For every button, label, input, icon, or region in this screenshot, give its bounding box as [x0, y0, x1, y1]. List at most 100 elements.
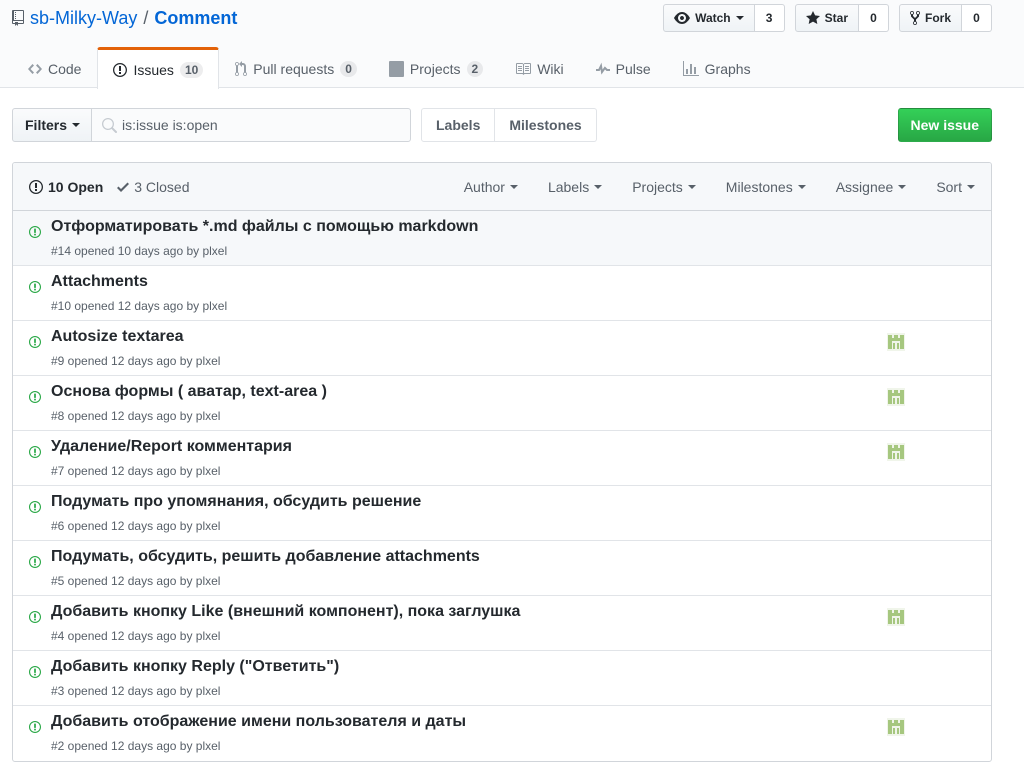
issue-title-link[interactable]: Добавить кнопку Reply ("Ответить"): [51, 658, 339, 676]
chevron-down-icon: [72, 123, 81, 127]
issues-filter-toolbar: Author Labels Projects Milestones Assign…: [464, 163, 975, 211]
issue-title-link[interactable]: Основа формы ( аватар, text-area ): [51, 383, 327, 401]
assignee-avatar[interactable]: [887, 608, 905, 626]
tab-wiki[interactable]: Wiki: [499, 47, 579, 88]
eye-icon: [674, 12, 691, 24]
assignee-avatar[interactable]: [887, 443, 905, 461]
issue-row[interactable]: Подумать, обсудить, решить добавление at…: [13, 541, 991, 596]
code-icon: [28, 64, 42, 74]
issue-row[interactable]: Добавить отображение имени пользователя …: [13, 706, 991, 761]
author-filter-label: Author: [463, 179, 505, 195]
issue-row[interactable]: Основа формы ( аватар, text-area ) #8 ope…: [13, 376, 991, 431]
issue-meta: #3 opened 12 days ago by plxel: [51, 684, 221, 698]
issue-rows: Отформатировать *.md файлы с помощью mar…: [13, 211, 991, 761]
tab-label: Graphs: [704, 61, 751, 77]
fork-icon: [909, 10, 920, 26]
issue-row[interactable]: Отформатировать *.md файлы с помощью mar…: [13, 211, 991, 266]
issues-list: 10 Open 3 Closed Author Labels Projects …: [12, 162, 992, 762]
watch-button[interactable]: Watch: [663, 4, 755, 32]
fork-count[interactable]: 0: [962, 4, 992, 32]
issue-title-link[interactable]: Отформатировать *.md файлы с помощью mar…: [51, 218, 478, 236]
issue-meta: #7 opened 12 days ago by plxel: [51, 464, 221, 478]
sort-filter[interactable]: Sort: [936, 179, 975, 195]
fork-group: Fork 0: [898, 4, 992, 32]
tab-label: Wiki: [537, 61, 564, 77]
closed-issues-link[interactable]: 3 Closed: [117, 179, 190, 195]
issue-meta: #2 opened 12 days ago by plxel: [51, 739, 221, 753]
assignee-filter[interactable]: Assignee: [836, 179, 907, 195]
issue-title-link[interactable]: Подумать, обсудить, решить добавление at…: [51, 548, 480, 566]
issue-opened-icon: [29, 334, 41, 350]
issue-title-link[interactable]: Добавить кнопку Like (внешний компонент)…: [51, 603, 520, 621]
chevron-down-icon: [967, 185, 975, 189]
repo-title: sb-Milky-Way / Comment: [12, 7, 237, 29]
issue-title-link[interactable]: Удаление/Report комментария: [51, 438, 292, 456]
graph-icon: [682, 61, 699, 76]
issue-row[interactable]: Добавить кнопку Reply ("Ответить") #3 ope…: [13, 651, 991, 706]
projects-filter[interactable]: Projects: [632, 179, 696, 195]
tab-label: Pull requests: [253, 61, 335, 77]
issue-opened-icon: [29, 279, 41, 295]
tab-issues[interactable]: Issues 10: [97, 47, 220, 89]
search-input[interactable]: [122, 113, 402, 137]
issue-title-link[interactable]: Attachments: [51, 273, 148, 291]
issue-row[interactable]: Удаление/Report комментария #7 opened 12 …: [13, 431, 991, 486]
issue-title-link[interactable]: Подумать про упомянания, обсудить решени…: [51, 493, 421, 511]
watch-count[interactable]: 3: [754, 4, 785, 32]
tab-pulse[interactable]: Pulse: [580, 47, 667, 88]
assignee-avatar[interactable]: [887, 333, 905, 351]
pull-requests-counter: 0: [340, 61, 357, 77]
issue-row[interactable]: Attachments #10 opened 12 days ago by plx…: [13, 266, 991, 321]
watch-label: Watch: [695, 11, 731, 25]
issue-opened-icon: [29, 180, 43, 194]
author-filter[interactable]: Author: [464, 179, 518, 195]
milestones-filter-label: Milestones: [725, 179, 793, 195]
issue-title-link[interactable]: Autosize textarea: [51, 328, 184, 346]
tab-pull-requests[interactable]: Pull requests 0: [219, 47, 373, 88]
issue-row[interactable]: Autosize textarea #9 opened 12 days ago b…: [13, 321, 991, 376]
star-button[interactable]: Star: [794, 4, 859, 32]
milestones-link[interactable]: Milestones: [495, 108, 597, 142]
search-icon: [102, 118, 117, 133]
issue-opened-icon: [29, 609, 41, 625]
issues-list-header: 10 Open 3 Closed Author Labels Projects …: [13, 163, 991, 211]
new-issue-button[interactable]: New issue: [897, 108, 992, 142]
tab-graphs[interactable]: Graphs: [667, 47, 767, 88]
issue-row[interactable]: Добавить кнопку Like (внешний компонент)…: [13, 596, 991, 651]
pull-request-icon: [235, 61, 248, 77]
issue-meta: #14 opened 10 days ago by plxel: [51, 244, 228, 258]
labels-link[interactable]: Labels: [421, 108, 496, 142]
issue-opened-icon: [29, 719, 41, 735]
open-issues-link[interactable]: 10 Open: [29, 179, 103, 195]
issue-opened-icon: [29, 499, 41, 515]
tab-label: Code: [48, 61, 82, 77]
repo-name-link[interactable]: Comment: [154, 8, 237, 29]
issue-opened-icon: [29, 444, 41, 460]
issue-title-link[interactable]: Добавить отображение имени пользователя …: [51, 713, 466, 731]
chevron-down-icon: [687, 185, 696, 189]
repo-icon: [12, 10, 24, 26]
fork-button[interactable]: Fork: [898, 4, 962, 32]
filters-button[interactable]: Filters: [12, 108, 94, 142]
issue-row[interactable]: Подумать про упомянания, обсудить решени…: [13, 486, 991, 541]
star-count[interactable]: 0: [858, 4, 889, 32]
issue-meta: #4 opened 12 days ago by plxel: [51, 629, 221, 643]
assignee-avatar[interactable]: [887, 718, 905, 736]
closed-count-label: 3 Closed: [134, 179, 190, 195]
issue-opened-icon: [29, 224, 41, 240]
milestones-filter[interactable]: Milestones: [726, 179, 806, 195]
repo-owner-link[interactable]: sb-Milky-Way: [30, 8, 137, 29]
issue-opened-icon: [113, 62, 128, 77]
assignee-avatar[interactable]: [887, 388, 905, 406]
labels-milestones-links: Labels Milestones: [421, 108, 597, 142]
tab-label: Pulse: [615, 61, 651, 77]
chevron-down-icon: [898, 185, 907, 189]
issues-subnav: Filters Labels Milestones New issue: [12, 108, 992, 142]
chevron-down-icon: [509, 185, 518, 189]
labels-filter[interactable]: Labels: [548, 179, 603, 195]
issue-meta: #8 opened 12 days ago by plxel: [51, 409, 221, 423]
star-label: Star: [824, 11, 848, 25]
issue-meta: #9 opened 12 days ago by plxel: [51, 354, 221, 368]
tab-code[interactable]: Code: [12, 47, 97, 88]
tab-projects[interactable]: Projects 2: [373, 47, 499, 88]
